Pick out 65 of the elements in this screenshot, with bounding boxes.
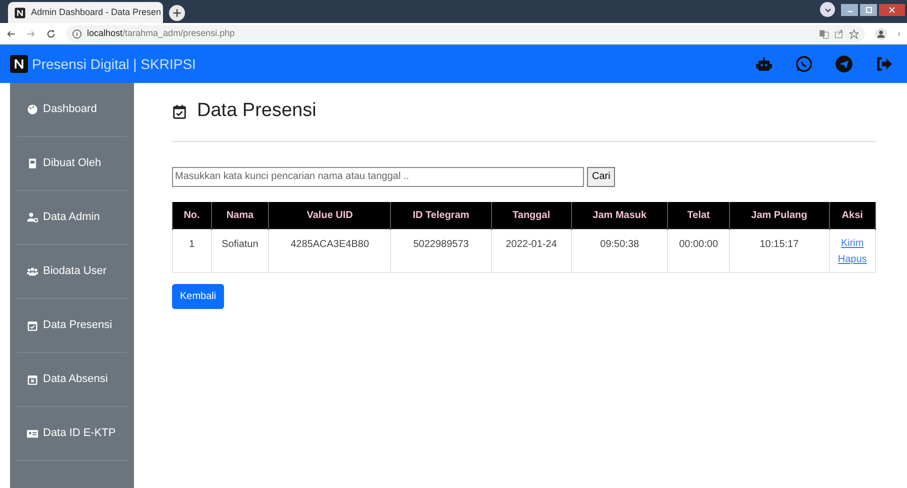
minimize-button[interactable] xyxy=(841,4,858,16)
users-cog-icon xyxy=(27,212,38,223)
address-bar[interactable]: localhost/tarahma_adm/presensi.php xyxy=(66,25,865,42)
tab-title: Admin Dashboard - Data Presen xyxy=(31,6,162,19)
column-header: Telat xyxy=(668,202,730,230)
url-text: localhost/tarahma_adm/presensi.php xyxy=(87,26,235,40)
sidebar-item[interactable]: Dibuat Oleh xyxy=(17,137,127,191)
calendar-check-icon xyxy=(172,104,187,119)
info-icon xyxy=(72,28,82,38)
table-cell: 10:15:17 xyxy=(729,230,830,272)
maximize-icon xyxy=(864,6,872,14)
users-icon xyxy=(27,266,38,277)
profile-icon xyxy=(875,28,887,40)
star-icon xyxy=(849,28,859,38)
sidebar-item[interactable]: Data Presensi xyxy=(17,299,127,353)
column-header: Jam Masuk xyxy=(571,202,668,230)
n-logo-icon xyxy=(10,55,28,73)
robot-icon xyxy=(755,55,773,73)
column-header: Value UID xyxy=(268,202,391,230)
book-icon xyxy=(27,158,38,169)
new-tab-button[interactable] xyxy=(169,5,185,21)
forward-arrow-icon xyxy=(26,28,36,38)
column-header: Nama xyxy=(211,202,269,230)
sidebar-item[interactable]: Biodata User xyxy=(17,245,127,299)
back-arrow-icon xyxy=(6,28,16,38)
brand-title[interactable]: Presensi Digital | SKRIPSI xyxy=(32,54,196,74)
column-header: Aksi xyxy=(829,202,876,230)
translate-icon xyxy=(819,28,829,38)
chevron-down-icon xyxy=(824,6,832,14)
table-cell: 4285ACA3E4B80 xyxy=(268,230,391,272)
close-window-button[interactable] xyxy=(879,4,905,16)
action-link[interactable]: Kirim xyxy=(840,238,864,249)
column-header: No. xyxy=(172,202,212,230)
column-header: ID Telegram xyxy=(390,202,492,230)
sign-out-icon xyxy=(875,55,893,73)
table-cell: 5022989573 xyxy=(390,230,492,272)
paper-plane-icon xyxy=(835,55,853,73)
column-header: Jam Pulang xyxy=(729,202,830,230)
tab-search-button[interactable] xyxy=(820,2,835,17)
close-icon xyxy=(888,6,896,14)
browser-tab[interactable]: Admin Dashboard - Data Presen xyxy=(8,2,163,23)
table-cell: 09:50:38 xyxy=(571,230,668,272)
back-button[interactable]: Kembali xyxy=(172,284,224,309)
column-header: Tanggal xyxy=(491,202,572,230)
sidebar-item[interactable]: Data ID E-KTP xyxy=(17,407,127,461)
calendar-check-icon xyxy=(27,320,38,331)
table-cell: 1 xyxy=(172,230,212,272)
search-button[interactable]: Cari xyxy=(587,166,616,186)
page-title: Data Presensi xyxy=(197,99,316,123)
n-logo-icon xyxy=(14,6,26,18)
table-cell: Sofiatun xyxy=(211,230,269,272)
table-cell: 2022-01-24 xyxy=(491,230,572,272)
sidebar-item[interactable]: Data Absensi xyxy=(17,353,127,407)
sidebar-item[interactable]: Dashboard xyxy=(17,83,127,137)
calendar-x-icon xyxy=(27,374,38,385)
sidebar-item[interactable]: Data Admin xyxy=(17,191,127,245)
table-cell: 00:00:00 xyxy=(668,230,730,272)
id-card-icon xyxy=(27,428,38,439)
maximize-button[interactable] xyxy=(860,4,877,16)
action-link[interactable]: Hapus xyxy=(838,254,867,265)
share-icon xyxy=(834,28,844,38)
reload-icon xyxy=(46,28,56,38)
search-field[interactable]: Masukkan kata kunci pencarian nama atau tanggal .. xyxy=(172,166,584,186)
chat-bubble-icon xyxy=(795,55,813,73)
plus-icon xyxy=(172,8,182,18)
